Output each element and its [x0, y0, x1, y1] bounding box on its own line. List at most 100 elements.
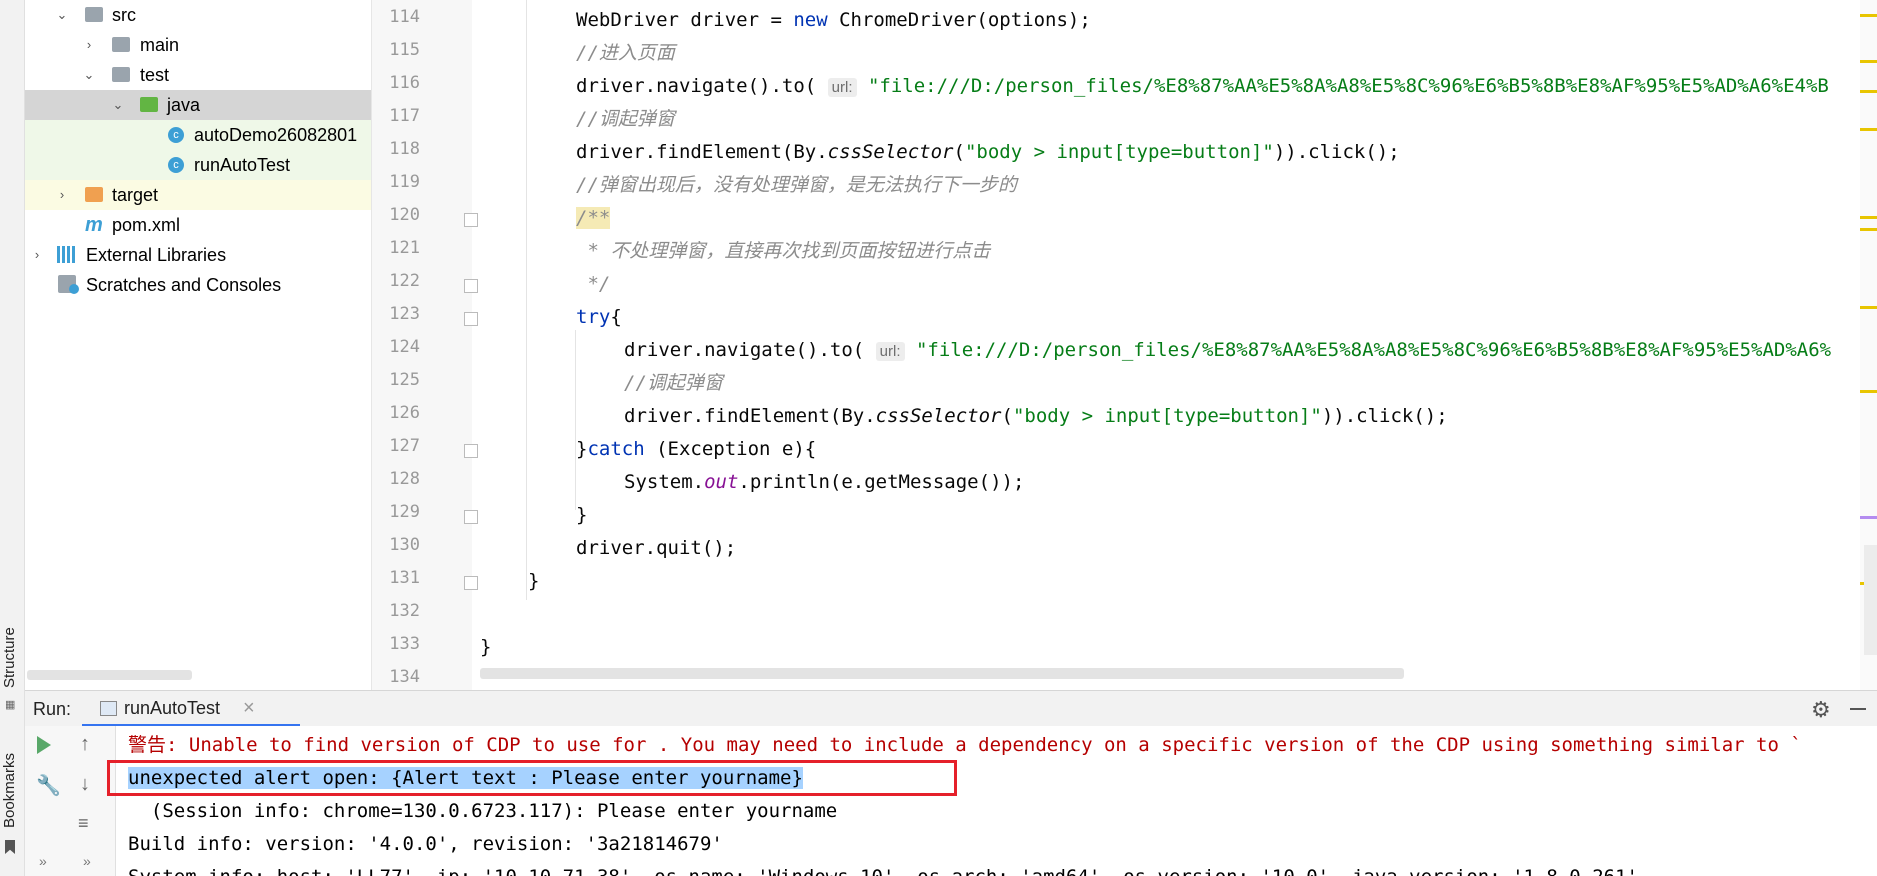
tree-item-runautotest[interactable]: c runAutoTest — [25, 150, 371, 180]
tree-item-pom[interactable]: m pom.xml — [25, 210, 371, 240]
marker[interactable] — [1860, 14, 1877, 17]
code-text: driver.navigate().to( — [624, 339, 876, 361]
folder-icon — [140, 97, 158, 112]
code-line-122: */ — [576, 273, 611, 295]
tree-item-main[interactable]: › main — [25, 30, 371, 60]
code-text: driver.navigate().to( — [576, 75, 828, 97]
indent-guide — [575, 330, 576, 510]
string-literal: "body > input[type=button]" — [1012, 405, 1322, 427]
tree-item-external-libraries[interactable]: › External Libraries — [25, 240, 371, 270]
marker[interactable] — [1860, 216, 1877, 219]
line-number: 117 — [389, 106, 420, 126]
code-line-129: } — [576, 504, 588, 526]
more-icon[interactable]: » — [83, 853, 91, 869]
tree-item-label: java — [167, 95, 201, 115]
chevron-right-icon[interactable]: › — [30, 240, 44, 270]
minimize-icon[interactable] — [1850, 708, 1866, 710]
keyword: try — [576, 306, 611, 328]
chevron-right-icon[interactable]: › — [82, 30, 96, 60]
run-tab[interactable]: runAutoTest × — [82, 691, 300, 727]
structure-tab[interactable]: Structure — [1, 627, 18, 688]
code-line-121: * 不处理弹窗，直接再次找到页面按钮进行点击 — [576, 240, 991, 262]
method-name: cssSelector — [827, 141, 954, 163]
code-line-130: driver.quit(); — [576, 537, 737, 559]
code-text: driver.findElement(By. — [624, 405, 876, 427]
code-editor[interactable]: WebDriver driver = new ChromeDriver(opti… — [478, 0, 1858, 690]
tree-item-label: main — [140, 35, 180, 55]
marker[interactable] — [1860, 128, 1877, 131]
fold-marker[interactable] — [464, 279, 478, 293]
line-number: 129 — [389, 502, 420, 522]
code-line-123: try{ — [576, 302, 622, 332]
code-text: driver.findElement(By. — [576, 141, 828, 163]
console-output[interactable]: 警告: Unable to find version of CDP to use… — [116, 726, 1877, 876]
editor-horizontal-scrollbar[interactable] — [480, 668, 1404, 679]
line-number: 120 — [389, 205, 420, 225]
tree-item-autodemo[interactable]: c autoDemo26082801 — [25, 120, 371, 150]
marker[interactable] — [1860, 306, 1877, 309]
chevron-right-icon[interactable]: › — [55, 180, 69, 210]
vertical-scrollbar-thumb[interactable] — [1864, 545, 1877, 655]
class-icon: c — [168, 127, 184, 143]
tree-item-java[interactable]: ⌄ java — [25, 90, 371, 120]
code-text: { — [610, 306, 622, 328]
fold-marker[interactable] — [464, 510, 478, 524]
tree-item-target[interactable]: › target — [25, 180, 371, 210]
marker[interactable] — [1860, 390, 1877, 393]
marker[interactable] — [1860, 516, 1877, 519]
tree-item-scratches[interactable]: Scratches and Consoles — [25, 270, 371, 300]
soft-wrap-icon[interactable]: ≡ — [78, 813, 89, 834]
close-icon[interactable]: × — [243, 697, 255, 720]
error-stripe[interactable] — [1860, 0, 1877, 690]
bookmark-icon — [5, 840, 15, 854]
fold-marker[interactable] — [464, 213, 478, 227]
marker[interactable] — [1860, 90, 1877, 93]
line-number: 124 — [389, 337, 420, 357]
code-line-128: System.out.println(e.getMessage()); — [624, 467, 1024, 497]
code-line-131: } — [528, 570, 540, 592]
tree-horizontal-scrollbar[interactable] — [27, 670, 192, 680]
code-text: (Exception e){ — [644, 438, 817, 460]
marker[interactable] — [1860, 60, 1877, 63]
tree-item-label: src — [112, 5, 136, 25]
marker[interactable] — [1860, 228, 1877, 231]
chevron-down-icon[interactable]: ⌄ — [55, 0, 69, 30]
arrow-up-icon[interactable]: ↑ — [80, 733, 90, 756]
chevron-down-icon[interactable]: ⌄ — [82, 60, 96, 90]
run-label: Run: — [33, 699, 72, 719]
string-literal: "file:///D:/person_files/%E8%87%AA%E5%8A… — [867, 75, 1829, 97]
keyword: catch — [587, 438, 645, 460]
code-text: System. — [624, 471, 705, 493]
line-number: 116 — [389, 73, 420, 93]
tree-item-label: pom.xml — [112, 215, 181, 235]
line-number: 127 — [389, 436, 420, 456]
wrench-icon[interactable]: 🔧 — [36, 773, 61, 798]
line-number: 134 — [389, 667, 420, 687]
chevron-down-icon[interactable]: ⌄ — [111, 90, 125, 120]
code-line-119: //弹窗出现后，没有处理弹窗，是无法执行下一步的 — [576, 174, 1017, 196]
line-number: 125 — [389, 370, 420, 390]
structure-icon: ▦ — [5, 699, 16, 711]
fold-marker[interactable] — [464, 444, 478, 458]
line-number: 123 — [389, 304, 420, 324]
tree-item-test[interactable]: ⌄ test — [25, 60, 371, 90]
bookmarks-tab[interactable]: Bookmarks — [1, 753, 18, 828]
gear-icon[interactable]: ⚙ — [1811, 697, 1831, 723]
keyword: new — [793, 9, 828, 31]
libraries-icon — [57, 246, 77, 263]
code-line-117: //调起弹窗 — [576, 108, 675, 130]
fold-marker[interactable] — [464, 312, 478, 326]
line-number: 132 — [389, 601, 420, 621]
line-number: 131 — [389, 568, 420, 588]
param-hint: url: — [875, 342, 905, 361]
console-line: (Session info: chrome=130.0.6723.117): P… — [128, 800, 838, 822]
arrow-down-icon[interactable]: ↓ — [80, 773, 90, 796]
tree-item-src[interactable]: ⌄ src — [25, 0, 371, 30]
run-toolbar: ↑ 🔧 ↓ ≡ » » — [25, 726, 116, 876]
fold-marker[interactable] — [464, 576, 478, 590]
rerun-icon[interactable] — [37, 736, 51, 754]
line-number: 122 — [389, 271, 420, 291]
more-icon[interactable]: » — [39, 853, 47, 869]
doc-comment: /** — [576, 207, 611, 229]
code-line-120: /** — [576, 203, 611, 233]
